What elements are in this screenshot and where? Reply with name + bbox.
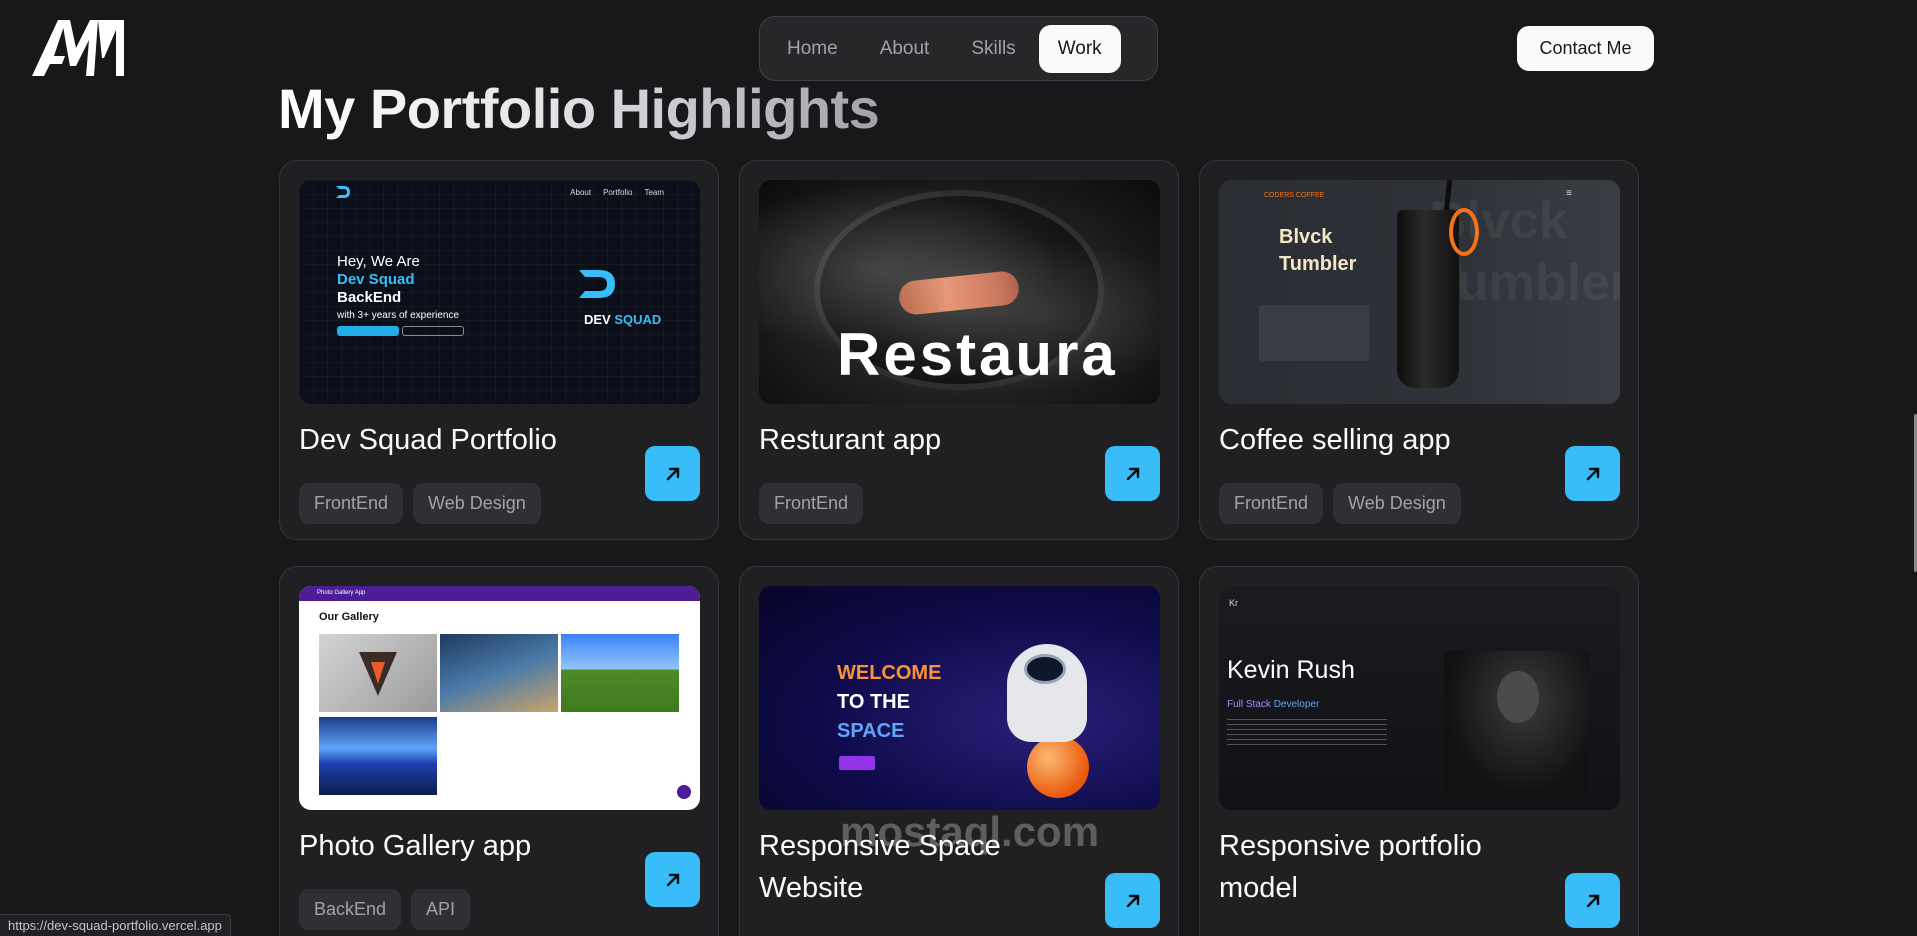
thumb-line: TO THE	[837, 691, 910, 713]
thumb-button	[337, 326, 399, 336]
project-tags: FrontEnd Web Design	[1219, 483, 1461, 524]
thumb-logo: Kr	[1229, 598, 1238, 608]
arrow-up-right-icon	[666, 873, 679, 886]
project-thumbnail: Blvck Tumbler CODERS COFFEE Blvck Tumble…	[1219, 180, 1620, 404]
portfolio-page: Home About Skills Work Contact Me My Por…	[0, 0, 1917, 936]
main-navigation: Home About Skills Work	[759, 16, 1158, 81]
thumb-title-line: Tumbler	[1279, 253, 1357, 275]
tag: Web Design	[413, 483, 541, 524]
thumb-brand-a: DEV	[584, 312, 611, 327]
thumb-brand-b: SQUAD	[614, 312, 662, 327]
project-title: Coffee selling app	[1219, 424, 1451, 456]
gallery-image	[319, 634, 437, 712]
devsquad-logo-icon	[336, 186, 350, 198]
add-icon	[677, 785, 691, 799]
project-tags: BackEnd API	[299, 889, 471, 930]
thumb-app-bar: Photo Gallery App	[299, 586, 700, 601]
nav-skills[interactable]: Skills	[952, 25, 1034, 73]
thumb-brand: DEV SQUAD	[584, 312, 661, 327]
open-project-button[interactable]	[1105, 446, 1160, 501]
tag: Web Design	[1333, 483, 1461, 524]
watermark: mostaql.com	[840, 808, 1100, 855]
thumb-name: Kevin Rush	[1227, 656, 1355, 684]
nav-about[interactable]: About	[861, 25, 949, 73]
tag: BackEnd	[299, 889, 402, 930]
project-card: About Portfolio Team Hey, We Are Dev Squ…	[279, 160, 719, 540]
thumb-handle	[1449, 208, 1479, 256]
arrow-up-right-icon	[1586, 467, 1599, 480]
devsquad-mark-icon	[579, 270, 615, 298]
gallery-image	[440, 634, 558, 712]
open-project-button[interactable]	[645, 852, 700, 907]
am-logo[interactable]	[32, 18, 124, 76]
thumb-hero-text: WELCOME TO THE SPACE	[837, 659, 941, 746]
thumb-role-b: Developer	[1273, 699, 1320, 710]
project-card: Kr Kevin Rush Full Stack Developer Respo…	[1199, 566, 1639, 936]
tag: FrontEnd	[1219, 483, 1324, 524]
gallery-image	[561, 634, 679, 712]
open-project-button[interactable]	[645, 446, 700, 501]
thumb-portrait	[1497, 671, 1539, 723]
thumb-line: BackEnd	[337, 289, 402, 306]
tag: FrontEnd	[759, 483, 864, 524]
contact-me-button[interactable]: Contact Me	[1517, 26, 1654, 71]
project-tags: FrontEnd Web Design	[299, 483, 541, 524]
thumb-role-a: Full Stack	[1227, 699, 1271, 710]
section-title: My Portfolio Highlights	[278, 77, 880, 140]
project-title: Responsive portfolio model	[1219, 830, 1482, 904]
project-card: Blvck Tumbler CODERS COFFEE Blvck Tumble…	[1199, 160, 1639, 540]
thumb-line: with 3+ years of experience	[337, 310, 460, 321]
thumb-button	[402, 326, 464, 336]
thumb-line: Dev Squad	[337, 271, 415, 288]
project-thumbnail: About Portfolio Team Hey, We Are Dev Squ…	[299, 180, 700, 404]
arrow-up-right-icon	[1126, 467, 1139, 480]
thumb-line: Hey, We Are	[337, 253, 420, 270]
thumb-nav-portfolio: Portfolio	[603, 188, 633, 197]
project-card: Restaura Resturant app FrontEnd	[739, 160, 1179, 540]
project-title: Photo Gallery app	[299, 830, 532, 862]
project-card: Photo Gallery App Our Gallery Photo Gall…	[279, 566, 719, 936]
arrow-up-right-icon	[1586, 894, 1599, 907]
open-project-button[interactable]	[1565, 873, 1620, 928]
project-thumbnail: Photo Gallery App Our Gallery	[299, 586, 700, 810]
status-bar-url: https://dev-squad-portfolio.vercel.app	[0, 914, 231, 936]
arrow-up-right-icon	[1126, 894, 1139, 907]
thumb-visor	[1024, 654, 1066, 684]
open-project-button[interactable]	[1105, 873, 1160, 928]
thumb-info-box	[1259, 305, 1369, 361]
thumb-planet	[1027, 736, 1089, 798]
gallery-image	[319, 717, 437, 795]
menu-icon: ≡	[1566, 188, 1572, 199]
thumb-role: Full Stack Developer	[1227, 699, 1319, 710]
thumb-line: WELCOME	[837, 662, 942, 684]
project-card: WELCOME TO THE SPACE Responsive Space We…	[739, 566, 1179, 936]
thumb-hero-text: Hey, We Are Dev Squad BackEnd with 3+ ye…	[337, 253, 459, 325]
thumb-word: Restaura	[837, 321, 1118, 388]
thumb-nav-team: Team	[644, 188, 664, 197]
project-thumbnail: Kr Kevin Rush Full Stack Developer	[1219, 586, 1620, 810]
nav-home[interactable]: Home	[768, 25, 857, 73]
thumb-button	[839, 756, 875, 770]
thumb-paragraph	[1227, 719, 1387, 749]
thumb-line: SPACE	[837, 720, 905, 742]
thumb-title: Our Gallery	[319, 611, 379, 623]
project-title: Dev Squad Portfolio	[299, 424, 557, 456]
tag: FrontEnd	[299, 483, 404, 524]
project-thumbnail: WELCOME TO THE SPACE	[759, 586, 1160, 810]
nav-work[interactable]: Work	[1038, 24, 1121, 73]
thumb-brand: CODERS COFFEE	[1264, 192, 1325, 199]
tag: API	[411, 889, 471, 930]
thumb-title-line: Blvck	[1279, 226, 1333, 248]
project-title: Resturant app	[759, 424, 942, 456]
open-project-button[interactable]	[1565, 446, 1620, 501]
project-tags: FrontEnd	[759, 483, 864, 524]
thumb-title: Blvck Tumbler	[1279, 224, 1356, 278]
project-thumbnail: Restaura	[759, 180, 1160, 404]
thumb-nav: About Portfolio Team	[570, 188, 664, 197]
arrow-up-right-icon	[666, 467, 679, 480]
thumb-nav-about: About	[570, 188, 592, 197]
